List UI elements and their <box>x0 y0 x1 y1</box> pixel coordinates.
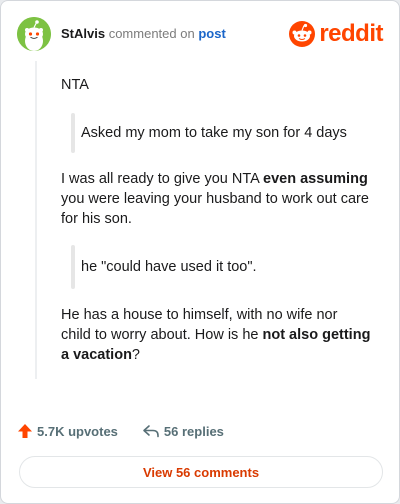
quote-text-2: he "could have used it too". <box>81 259 257 275</box>
thread-line[interactable] <box>35 61 37 379</box>
reddit-wordmark: reddit <box>319 20 383 47</box>
reply-arrow-icon <box>143 425 159 438</box>
reddit-logo[interactable]: reddit <box>289 20 383 48</box>
blockquote-2: he "could have used it too". <box>61 245 371 289</box>
reply-count: 56 replies <box>163 423 224 439</box>
para2-pre: I was all ready to give you NTA <box>61 171 264 187</box>
comment-line-nta: NTA <box>61 77 89 93</box>
quote-text-1: Asked my mom to take my son for 4 days <box>81 125 347 141</box>
post-link[interactable]: post <box>198 26 225 41</box>
reply-button[interactable]: 56 replies <box>142 423 224 439</box>
reddit-alien-icon <box>289 21 316 47</box>
para2-post: you were leaving your husband to work ou… <box>61 191 369 227</box>
snoo-avatar-icon <box>17 17 51 51</box>
para2-bold: even assuming <box>263 171 368 187</box>
para3-post: ? <box>131 347 140 363</box>
avatar[interactable] <box>17 17 51 51</box>
comment-paragraph-2: I was all ready to give you NTA even ass… <box>61 169 371 229</box>
blockquote-1: Asked my mom to take my son for 4 days <box>61 113 371 153</box>
action-text: commented on <box>108 26 195 41</box>
username-link[interactable]: StAlvis <box>61 26 105 41</box>
comment-header: StAlvis commented on post reddit <box>17 17 383 51</box>
upvote-arrow-icon <box>18 424 32 438</box>
view-comments-button[interactable]: View 56 comments <box>19 456 383 488</box>
upvote-count: 5.7K upvotes <box>37 423 118 439</box>
comment-card: StAlvis commented on post reddit NTA Ask… <box>0 0 400 504</box>
comment-body: NTA Asked my mom to take my son for 4 da… <box>61 75 371 365</box>
comment-footer: 5.7K upvotes 56 replies <box>17 419 224 443</box>
upvote-button[interactable]: 5.7K upvotes <box>17 423 118 439</box>
comment-byline: StAlvis commented on post <box>61 26 226 41</box>
comment-paragraph-3: He has a house to himself, with no wife … <box>61 305 371 365</box>
